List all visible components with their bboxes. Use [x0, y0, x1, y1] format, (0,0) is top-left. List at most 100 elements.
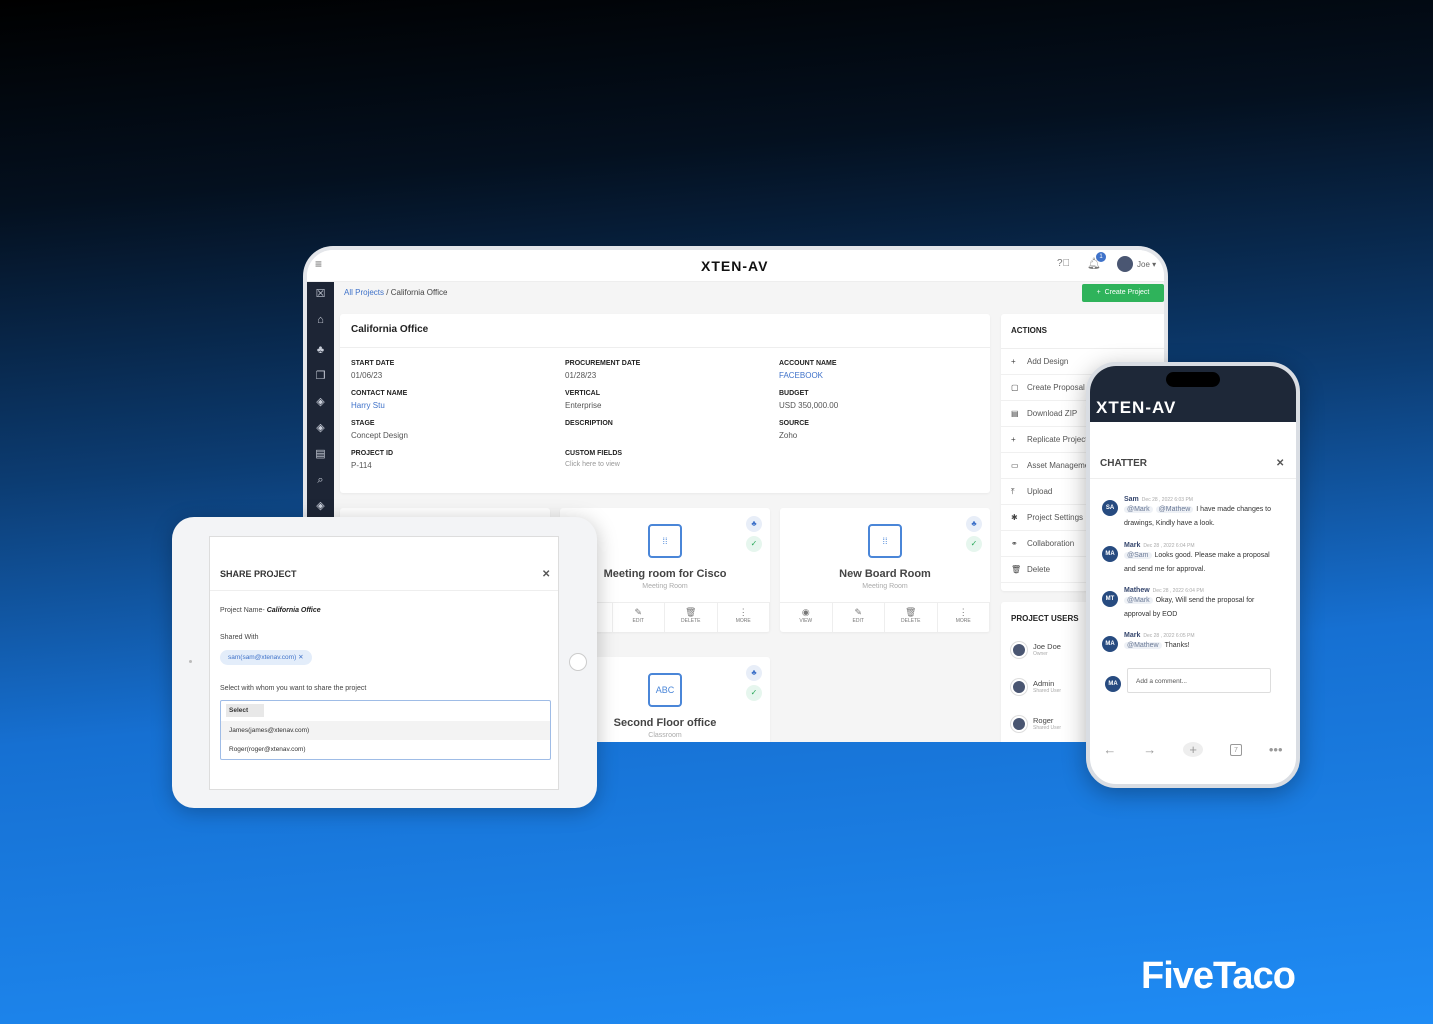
project-name-row: Project Name- California Office	[220, 607, 321, 614]
avatar[interactable]	[1117, 256, 1133, 272]
shared-user-chip[interactable]: sam(sam@xtenav.com) ✕	[220, 650, 312, 665]
message-author: Mark Dec 28 , 2022 6:05 PM	[1124, 632, 1195, 639]
author-name: Mathew	[1124, 587, 1150, 594]
create-project-label: Create Project	[1104, 289, 1150, 296]
documents-icon[interactable]: ❐	[307, 366, 334, 386]
search-icon[interactable]: ⌕	[307, 470, 334, 490]
comment-avatar: MA	[1105, 676, 1121, 692]
message-text: @Mathew Thanks!	[1124, 639, 1195, 653]
project-field: CUSTOM FIELDS Click here to view	[565, 450, 779, 471]
tablet-mockup: SHARE PROJECT ✕ Project Name- California…	[172, 517, 597, 808]
more-icon[interactable]: •••	[1269, 742, 1283, 757]
remove-chip-icon[interactable]: ✕	[298, 654, 303, 661]
edit-button[interactable]: ✎ EDIT	[613, 603, 665, 632]
home-icon[interactable]: ⌂	[307, 310, 334, 330]
field-label: DESCRIPTION	[565, 420, 613, 427]
meeting-room-icon: ⁞⁞	[648, 524, 682, 558]
breadcrumb-all-projects[interactable]: All Projects	[344, 288, 384, 297]
layers-icon[interactable]: ◈	[307, 418, 334, 438]
more-icon: ⋮	[738, 607, 748, 617]
hierarchy-icon[interactable]: ♣	[966, 516, 982, 532]
delete-button[interactable]: 🗑 DELETE	[885, 603, 938, 632]
close-icon[interactable]: ✕	[1276, 458, 1284, 469]
message-author: Mark Dec 28 , 2022 6:04 PM	[1124, 542, 1282, 549]
message-body: Mark Dec 28 , 2022 6:05 PM @Mathew Thanks!	[1124, 632, 1195, 653]
chatter-title: CHATTER	[1100, 458, 1148, 469]
dialog-title: SHARE PROJECT	[220, 569, 297, 579]
hierarchy-icon[interactable]: ♣	[307, 340, 334, 360]
select-label: Select with whom you want to share the p…	[220, 685, 367, 692]
field-value[interactable]: Harry Stu	[351, 401, 565, 411]
forward-icon[interactable]: →	[1143, 742, 1156, 757]
user-name: Joe	[1137, 260, 1150, 269]
select-option[interactable]: Roger(roger@xtenav.com)	[221, 740, 550, 759]
message-text: @Sam Looks good. Please make a proposal a…	[1124, 549, 1282, 577]
action-icon: ▤	[1011, 409, 1019, 418]
logo-icon[interactable]: ☒	[307, 284, 334, 304]
field-value: Concept Design	[351, 431, 408, 440]
share-select[interactable]: Select James(james@xtenav.com) Roger(rog…	[220, 700, 551, 760]
close-icon[interactable]: ✕	[542, 569, 550, 580]
edit-button[interactable]: ✎ EDIT	[833, 603, 885, 632]
avatar: MT	[1102, 591, 1118, 607]
delete-button[interactable]: 🗑 DELETE	[665, 603, 718, 632]
comment-input[interactable]: Add a comment...	[1127, 668, 1271, 693]
project-field: CONTACT NAME Harry Stu	[351, 390, 565, 411]
back-icon[interactable]: ←	[1103, 742, 1116, 757]
chip-label: sam(sam@xtenav.com)	[228, 654, 297, 661]
help-icon[interactable]: ?⃝	[1057, 258, 1070, 269]
create-project-button[interactable]: + Create Project	[1082, 284, 1164, 302]
action-label: Add Design	[1027, 357, 1069, 366]
mention-tag[interactable]: @Mark	[1124, 597, 1153, 604]
author-name: Mark	[1124, 632, 1141, 639]
field-value[interactable]: FACEBOOK	[779, 371, 993, 381]
project-name-label: Project Name-	[220, 607, 265, 614]
project-users-title: PROJECT USERS	[1011, 614, 1079, 623]
field-value: Enterprise	[565, 401, 602, 410]
new-tab-icon[interactable]: +	[1183, 742, 1204, 757]
action-icon: ▭	[1011, 461, 1019, 470]
chat-message: MA Mark Dec 28 , 2022 6:05 PM @Mathew Thanks…	[1102, 632, 1282, 653]
project-field: ACCOUNT NAME FACEBOOK	[779, 360, 993, 381]
hierarchy-icon[interactable]: ♣	[746, 665, 762, 681]
user-name: Roger	[1033, 716, 1054, 725]
field-value[interactable]: Click here to view	[565, 461, 779, 471]
action-label: Create Proposal	[1027, 383, 1085, 392]
message-author: Mathew Dec 28 , 2022 6:04 PM	[1124, 587, 1282, 594]
mention-tag[interactable]: @Mark	[1124, 506, 1153, 513]
more-button[interactable]: ⋮ MORE	[718, 603, 770, 632]
menu-icon[interactable]: ≡	[315, 257, 322, 271]
delete-icon: 🗑	[685, 607, 697, 617]
room-card[interactable]: ♣ ✓ ⁞⁞ New Board Room Meeting Room ◉ VIEW ✎ EDIT…	[780, 508, 990, 632]
field-value: Zoho	[779, 431, 798, 440]
mention-tag[interactable]: @Mathew	[1124, 642, 1162, 649]
more-button[interactable]: ⋮ MORE	[938, 603, 990, 632]
view-button[interactable]: ◉VIEW	[780, 603, 833, 632]
more-icon: ⋮	[958, 607, 968, 617]
action-label: Replicate Project	[1027, 435, 1088, 444]
action-icon: 🗑	[1011, 565, 1022, 574]
field-label: STAGE	[351, 420, 375, 427]
field-label: START DATE	[351, 360, 395, 367]
book-icon[interactable]: ▤	[307, 444, 334, 464]
delete-label: DELETE	[681, 618, 701, 624]
project-field: STAGE Concept Design	[351, 420, 565, 441]
field-label: CONTACT NAME	[351, 390, 408, 397]
message-body: Mathew Dec 28 , 2022 6:04 PM @Mark Okay, Wi…	[1124, 587, 1282, 622]
more-label: MORE	[735, 618, 751, 624]
layers-icon[interactable]: ◈	[307, 496, 334, 516]
layers-icon[interactable]: ◈	[307, 392, 334, 412]
user-menu[interactable]: Joe ▾	[1137, 260, 1156, 269]
select-option[interactable]: James(james@xtenav.com)	[221, 721, 550, 740]
hierarchy-icon[interactable]: ♣	[746, 516, 762, 532]
tabs-icon[interactable]: 7	[1230, 744, 1242, 756]
action-label: Project Settings	[1027, 513, 1084, 522]
chat-message: MT Mathew Dec 28 , 2022 6:04 PM @Mark Okay, …	[1102, 587, 1282, 622]
action-label: Download ZIP	[1027, 409, 1078, 418]
user-avatar	[1011, 716, 1027, 732]
mention-tag[interactable]: @Sam	[1124, 552, 1152, 559]
home-button[interactable]	[569, 653, 587, 671]
user-info: Roger Shared User	[1033, 716, 1061, 742]
action-icon: ⤒	[1011, 487, 1015, 496]
mention-tag[interactable]: @Mathew	[1155, 506, 1194, 513]
